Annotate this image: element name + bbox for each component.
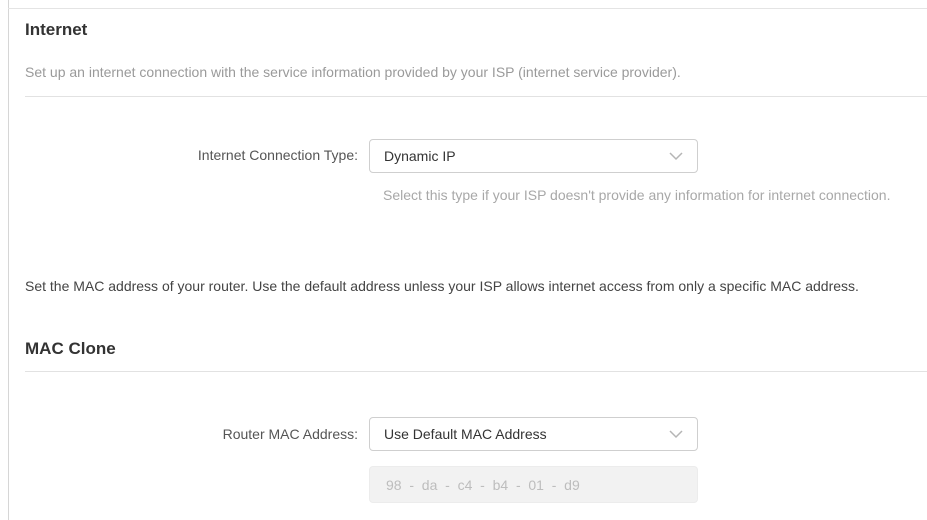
internet-connection-type-select[interactable]: Dynamic IP bbox=[369, 139, 698, 173]
mac-clone-section-title: MAC Clone bbox=[25, 339, 116, 358]
panel-left-border bbox=[8, 0, 9, 520]
internet-connection-type-value: Dynamic IP bbox=[384, 148, 456, 164]
chevron-down-icon bbox=[669, 152, 683, 161]
mac-address-field: 98 - da - c4 - b4 - 01 - d9 bbox=[369, 466, 698, 503]
mac-address-value: 98 - da - c4 - b4 - 01 - d9 bbox=[386, 477, 580, 493]
router-mac-address-value: Use Default MAC Address bbox=[384, 426, 547, 442]
internet-section-title: Internet bbox=[25, 20, 88, 39]
panel-top-border bbox=[8, 8, 927, 9]
router-mac-address-label: Router MAC Address: bbox=[222, 426, 358, 442]
router-mac-address-select[interactable]: Use Default MAC Address bbox=[369, 417, 698, 451]
internet-section-description: Set up an internet connection with the s… bbox=[25, 64, 681, 80]
internet-section-divider bbox=[25, 96, 927, 97]
internet-connection-type-hint: Select this type if your ISP doesn't pro… bbox=[383, 187, 891, 203]
mac-clone-intro: Set the MAC address of your router. Use … bbox=[25, 278, 859, 294]
chevron-down-icon bbox=[669, 430, 683, 439]
mac-clone-section-divider bbox=[25, 371, 927, 372]
internet-connection-type-label: Internet Connection Type: bbox=[197, 147, 358, 163]
